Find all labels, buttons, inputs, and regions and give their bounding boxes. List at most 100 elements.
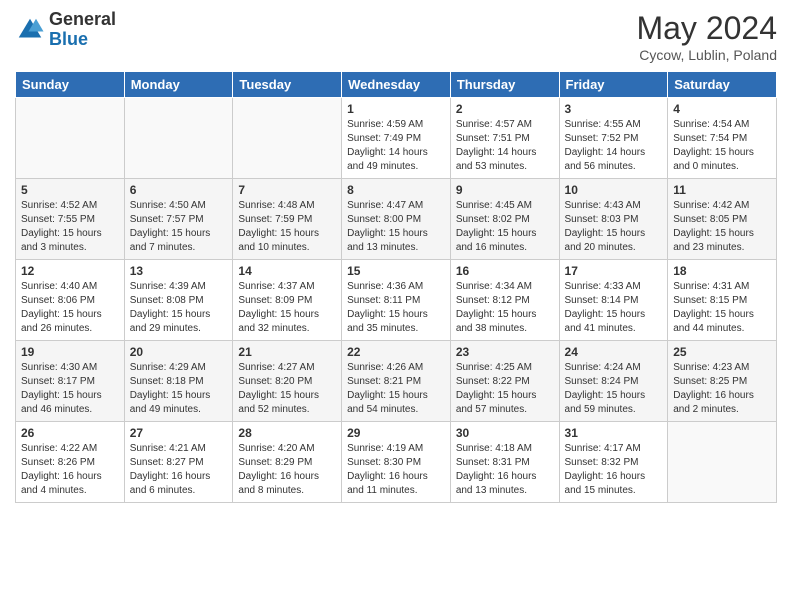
calendar-cell: 7 Sunrise: 4:48 AM Sunset: 7:59 PM Daylig…	[233, 179, 342, 260]
calendar-cell	[233, 98, 342, 179]
day-number: 16	[456, 264, 554, 278]
calendar-cell: 11Sunrise: 4:42 AM Sunset: 8:05 PM Dayli…	[668, 179, 777, 260]
calendar-cell: 5 Sunrise: 4:52 AM Sunset: 7:55 PM Daylig…	[16, 179, 125, 260]
day-number: 21	[238, 345, 336, 359]
day-number: 28	[238, 426, 336, 440]
calendar-cell: 23Sunrise: 4:25 AM Sunset: 8:22 PM Dayli…	[450, 341, 559, 422]
day-number: 5	[21, 183, 119, 197]
day-info: Sunrise: 4:40 AM Sunset: 8:06 PM Dayligh…	[21, 280, 119, 336]
day-number: 29	[347, 426, 445, 440]
calendar-cell: 16 Sunrise: 4:34 AM Sunset: 8:12 PM Dayli…	[450, 260, 559, 341]
calendar-cell: 19 Sunrise: 4:30 AM Sunset: 8:17 PM Dayli…	[16, 341, 125, 422]
day-info: Sunrise: 4:43 AM Sunset: 8:03 PM Dayligh…	[565, 199, 663, 255]
calendar-cell: 14Sunrise: 4:37 AM Sunset: 8:09 PM Dayli…	[233, 260, 342, 341]
calendar-cell: 17 Sunrise: 4:33 AM Sunset: 8:14 PM Dayli…	[559, 260, 668, 341]
day-info: Sunrise: 4:17 AM Sunset: 8:32 PM Dayligh…	[565, 442, 663, 498]
page-header: General Blue May 2024 Cycow, Lublin, Pol…	[15, 10, 777, 63]
calendar: SundayMondayTuesdayWednesdayThursdayFrid…	[15, 71, 777, 503]
calendar-cell: 31 Sunrise: 4:17 AM Sunset: 8:32 PM Dayli…	[559, 422, 668, 503]
calendar-cell: 22 Sunrise: 4:26 AM Sunset: 8:21 PM Dayli…	[342, 341, 451, 422]
logo: General Blue	[15, 10, 116, 50]
calendar-cell: 28 Sunrise: 4:20 AM Sunset: 8:29 PM Dayli…	[233, 422, 342, 503]
day-info: Sunrise: 4:59 AM Sunset: 7:49 PM Dayligh…	[347, 118, 445, 174]
day-info: Sunrise: 4:52 AM Sunset: 7:55 PM Dayligh…	[21, 199, 119, 255]
day-of-week-header: Friday	[559, 72, 668, 98]
day-info: Sunrise: 4:54 AM Sunset: 7:54 PM Dayligh…	[673, 118, 771, 174]
day-number: 20	[130, 345, 228, 359]
day-info: Sunrise: 4:42 AM Sunset: 8:05 PM Dayligh…	[673, 199, 771, 255]
day-info: Sunrise: 4:55 AM Sunset: 7:52 PM Dayligh…	[565, 118, 663, 174]
day-of-week-header: Saturday	[668, 72, 777, 98]
day-number: 15	[347, 264, 445, 278]
day-number: 1	[347, 102, 445, 116]
calendar-cell: 4 Sunrise: 4:54 AM Sunset: 7:54 PM Daylig…	[668, 98, 777, 179]
calendar-cell: 25Sunrise: 4:23 AM Sunset: 8:25 PM Dayli…	[668, 341, 777, 422]
logo-text: General Blue	[49, 10, 116, 50]
day-number: 19	[21, 345, 119, 359]
day-info: Sunrise: 4:22 AM Sunset: 8:26 PM Dayligh…	[21, 442, 119, 498]
logo-general: General	[49, 10, 116, 30]
calendar-week-row: 19 Sunrise: 4:30 AM Sunset: 8:17 PM Dayli…	[16, 341, 777, 422]
calendar-cell: 30 Sunrise: 4:18 AM Sunset: 8:31 PM Dayli…	[450, 422, 559, 503]
day-number: 17	[565, 264, 663, 278]
title-block: May 2024 Cycow, Lublin, Poland	[636, 10, 777, 63]
logo-icon	[15, 15, 45, 45]
month-title: May 2024	[636, 10, 777, 47]
day-info: Sunrise: 4:48 AM Sunset: 7:59 PM Dayligh…	[238, 199, 336, 255]
calendar-cell: 20Sunrise: 4:29 AM Sunset: 8:18 PM Dayli…	[124, 341, 233, 422]
calendar-week-row: 12Sunrise: 4:40 AM Sunset: 8:06 PM Dayli…	[16, 260, 777, 341]
day-number: 26	[21, 426, 119, 440]
day-of-week-header: Sunday	[16, 72, 125, 98]
calendar-cell: 12Sunrise: 4:40 AM Sunset: 8:06 PM Dayli…	[16, 260, 125, 341]
day-info: Sunrise: 4:47 AM Sunset: 8:00 PM Dayligh…	[347, 199, 445, 255]
calendar-cell: 9Sunrise: 4:45 AM Sunset: 8:02 PM Daylig…	[450, 179, 559, 260]
day-of-week-header: Monday	[124, 72, 233, 98]
day-number: 18	[673, 264, 771, 278]
day-info: Sunrise: 4:34 AM Sunset: 8:12 PM Dayligh…	[456, 280, 554, 336]
calendar-cell: 10Sunrise: 4:43 AM Sunset: 8:03 PM Dayli…	[559, 179, 668, 260]
day-info: Sunrise: 4:31 AM Sunset: 8:15 PM Dayligh…	[673, 280, 771, 336]
logo-blue: Blue	[49, 30, 116, 50]
day-info: Sunrise: 4:33 AM Sunset: 8:14 PM Dayligh…	[565, 280, 663, 336]
calendar-cell: 3Sunrise: 4:55 AM Sunset: 7:52 PM Daylig…	[559, 98, 668, 179]
day-number: 6	[130, 183, 228, 197]
calendar-week-row: 5 Sunrise: 4:52 AM Sunset: 7:55 PM Daylig…	[16, 179, 777, 260]
calendar-cell: 15 Sunrise: 4:36 AM Sunset: 8:11 PM Dayli…	[342, 260, 451, 341]
calendar-week-row: 26 Sunrise: 4:22 AM Sunset: 8:26 PM Dayli…	[16, 422, 777, 503]
location: Cycow, Lublin, Poland	[636, 47, 777, 63]
day-number: 4	[673, 102, 771, 116]
calendar-cell: 1 Sunrise: 4:59 AM Sunset: 7:49 PM Daylig…	[342, 98, 451, 179]
calendar-cell	[668, 422, 777, 503]
day-info: Sunrise: 4:45 AM Sunset: 8:02 PM Dayligh…	[456, 199, 554, 255]
day-info: Sunrise: 4:50 AM Sunset: 7:57 PM Dayligh…	[130, 199, 228, 255]
day-info: Sunrise: 4:30 AM Sunset: 8:17 PM Dayligh…	[21, 361, 119, 417]
calendar-cell: 21 Sunrise: 4:27 AM Sunset: 8:20 PM Dayli…	[233, 341, 342, 422]
day-number: 24	[565, 345, 663, 359]
day-number: 2	[456, 102, 554, 116]
day-info: Sunrise: 4:57 AM Sunset: 7:51 PM Dayligh…	[456, 118, 554, 174]
day-info: Sunrise: 4:18 AM Sunset: 8:31 PM Dayligh…	[456, 442, 554, 498]
calendar-header-row: SundayMondayTuesdayWednesdayThursdayFrid…	[16, 72, 777, 98]
day-info: Sunrise: 4:36 AM Sunset: 8:11 PM Dayligh…	[347, 280, 445, 336]
day-number: 13	[130, 264, 228, 278]
calendar-cell: 18 Sunrise: 4:31 AM Sunset: 8:15 PM Dayli…	[668, 260, 777, 341]
day-info: Sunrise: 4:26 AM Sunset: 8:21 PM Dayligh…	[347, 361, 445, 417]
day-number: 8	[347, 183, 445, 197]
day-number: 7	[238, 183, 336, 197]
day-of-week-header: Wednesday	[342, 72, 451, 98]
calendar-cell: 8 Sunrise: 4:47 AM Sunset: 8:00 PM Daylig…	[342, 179, 451, 260]
day-number: 31	[565, 426, 663, 440]
day-number: 25	[673, 345, 771, 359]
calendar-cell: 24 Sunrise: 4:24 AM Sunset: 8:24 PM Dayli…	[559, 341, 668, 422]
day-number: 14	[238, 264, 336, 278]
day-info: Sunrise: 4:24 AM Sunset: 8:24 PM Dayligh…	[565, 361, 663, 417]
day-number: 30	[456, 426, 554, 440]
calendar-cell: 27Sunrise: 4:21 AM Sunset: 8:27 PM Dayli…	[124, 422, 233, 503]
day-info: Sunrise: 4:27 AM Sunset: 8:20 PM Dayligh…	[238, 361, 336, 417]
day-of-week-header: Tuesday	[233, 72, 342, 98]
calendar-cell: 29 Sunrise: 4:19 AM Sunset: 8:30 PM Dayli…	[342, 422, 451, 503]
day-info: Sunrise: 4:20 AM Sunset: 8:29 PM Dayligh…	[238, 442, 336, 498]
day-info: Sunrise: 4:19 AM Sunset: 8:30 PM Dayligh…	[347, 442, 445, 498]
day-info: Sunrise: 4:39 AM Sunset: 8:08 PM Dayligh…	[130, 280, 228, 336]
day-number: 22	[347, 345, 445, 359]
